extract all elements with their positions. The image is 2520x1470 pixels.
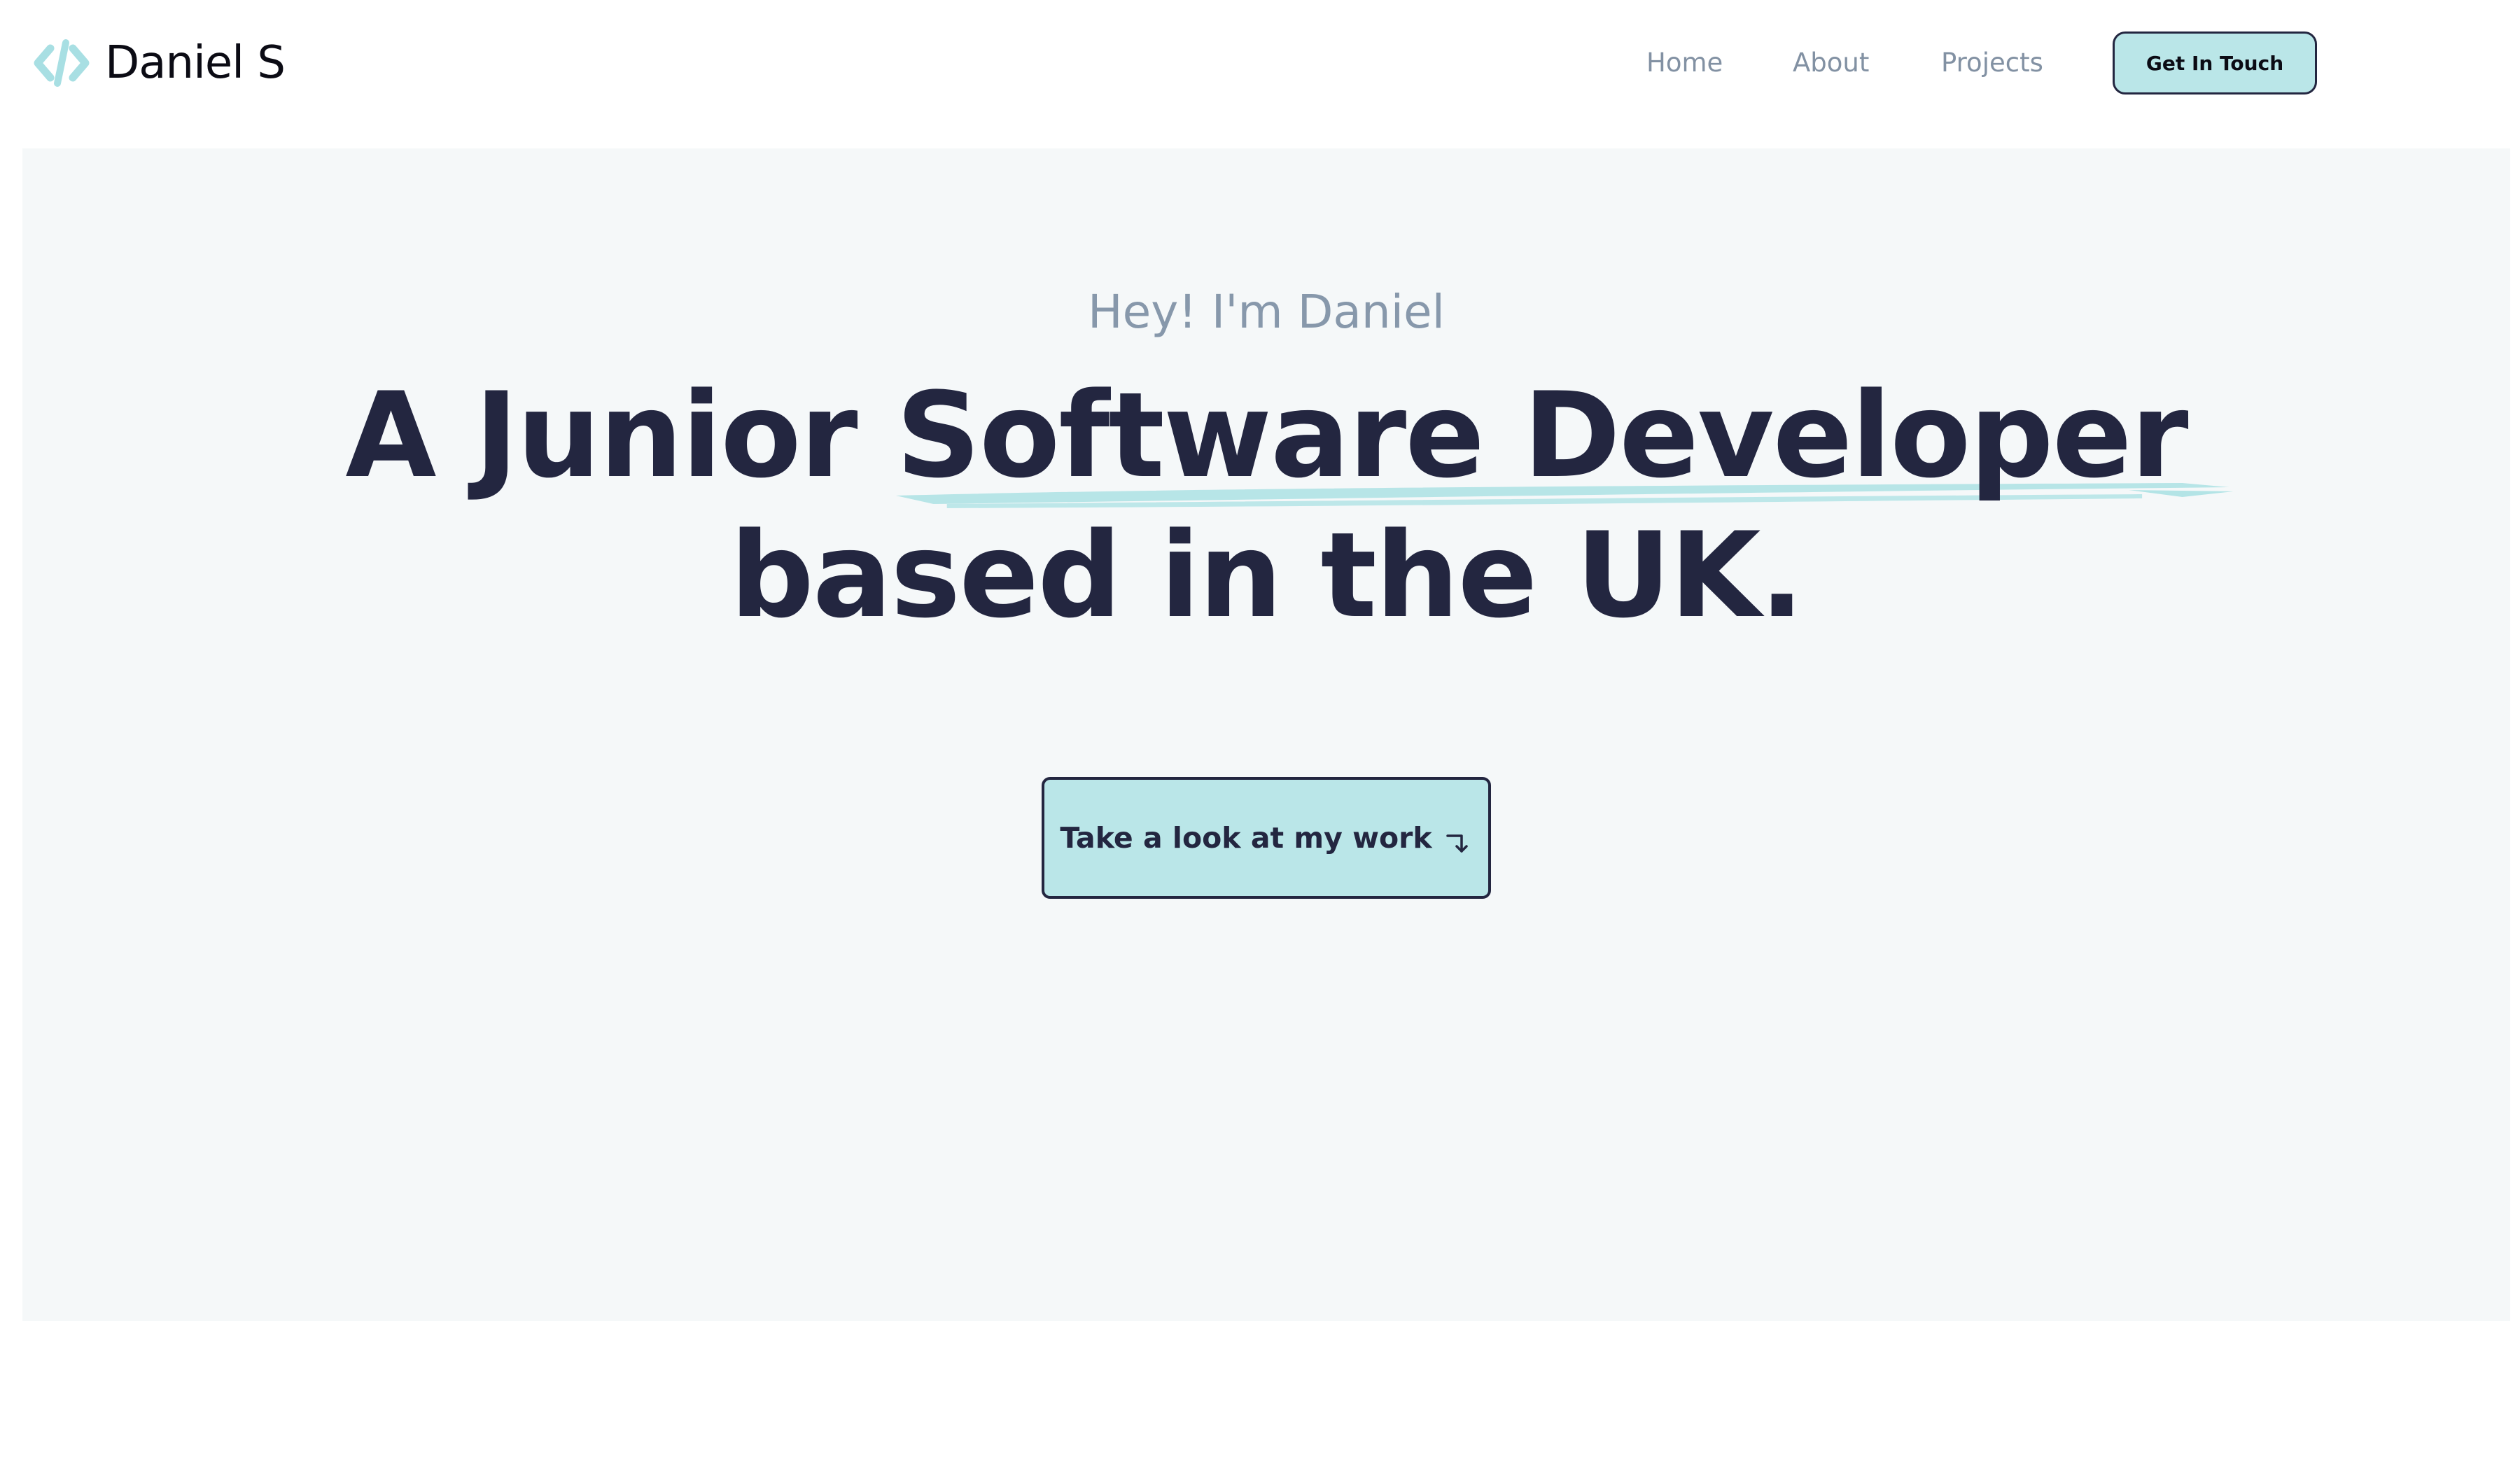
code-brackets-icon — [34, 39, 90, 87]
take-a-look-label: Take a look at my work — [1060, 821, 1432, 855]
hero-headline: A Junior Software Developer based in the… — [22, 365, 2510, 645]
take-a-look-button[interactable]: Take a look at my work — [1042, 777, 1491, 899]
nav-link-home[interactable]: Home — [1646, 45, 1723, 81]
headline-line-2: based in the UK. — [729, 507, 1805, 644]
headline-line-1: A Junior Software Developer — [22, 365, 2510, 508]
arrow-turn-down-right-icon — [1446, 834, 1468, 853]
get-in-touch-button[interactable]: Get In Touch — [2113, 31, 2317, 94]
headline-highlight-wrap: Software Developer — [895, 365, 2234, 508]
hero-greeting: Hey! I'm Daniel — [1088, 285, 1445, 339]
nav-link-projects[interactable]: Projects — [1941, 45, 2043, 81]
navbar: Daniel S Home About Projects Get In Touc… — [0, 0, 2520, 147]
brand-logo[interactable]: Daniel S — [32, 35, 286, 91]
headline-highlight: Software Developer — [895, 367, 2189, 504]
brand-name: Daniel S — [105, 37, 286, 89]
hero-section: Hey! I'm Daniel A Junior Software Develo… — [22, 148, 2510, 1321]
nav-link-about[interactable]: About — [1793, 45, 1869, 81]
headline-prefix: A Junior — [345, 367, 896, 504]
